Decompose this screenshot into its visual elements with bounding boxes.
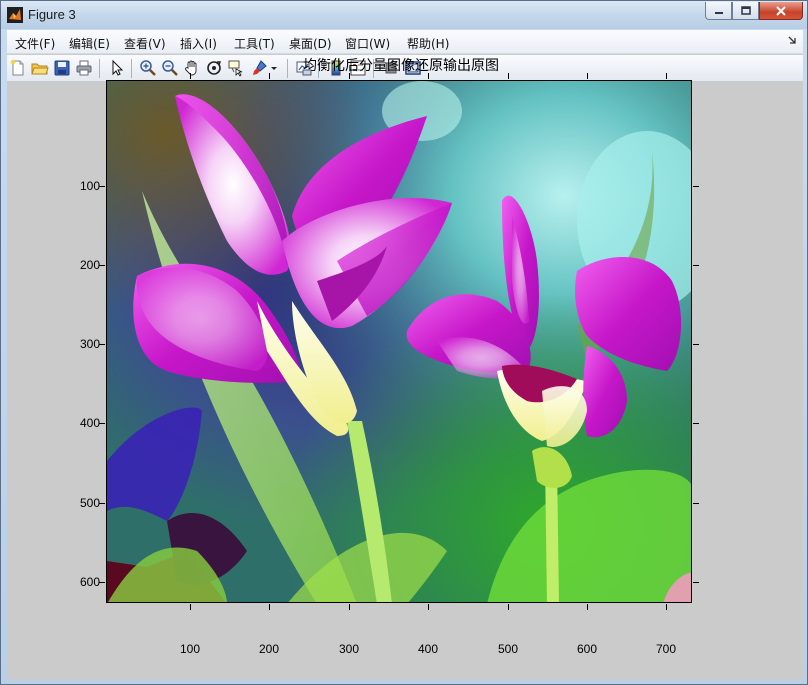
- x-tick-mark: [508, 73, 509, 79]
- x-tick-label: 100: [180, 642, 201, 656]
- x-tick-mark: [666, 73, 667, 79]
- x-tick-mark: [349, 73, 350, 79]
- toolbar-separator: [99, 59, 100, 78]
- maximize-button[interactable]: [732, 2, 759, 20]
- x-tick-mark: [190, 604, 191, 610]
- menu-window[interactable]: 窗口(W): [345, 35, 390, 52]
- y-tick-mark: [693, 582, 699, 583]
- y-tick-label: 300: [80, 337, 101, 351]
- x-tick-label: 700: [656, 642, 677, 656]
- y-tick-label: 400: [80, 416, 101, 430]
- menu-file[interactable]: 文件(F): [15, 35, 55, 52]
- flower-image: [107, 81, 691, 602]
- y-tick-mark: [693, 503, 699, 504]
- menu-help[interactable]: 帮助(H): [407, 35, 449, 52]
- maximize-icon: [740, 5, 751, 15]
- x-tick-mark: [508, 604, 509, 610]
- y-tick-mark: [693, 344, 699, 345]
- menu-edit[interactable]: 编辑(E): [69, 35, 110, 52]
- menu-view[interactable]: 查看(V): [124, 35, 166, 52]
- menu-desktop[interactable]: 桌面(D): [289, 35, 332, 52]
- menu-bar: 文件(F) 编辑(E) 查看(V) 插入(I) 工具(T) 桌面(D) 窗口(W…: [7, 30, 803, 54]
- y-tick-mark: [693, 265, 699, 266]
- close-icon: [776, 5, 786, 16]
- minimize-icon: [714, 11, 723, 14]
- caption-buttons: [705, 2, 803, 20]
- y-tick-label: 600: [80, 575, 101, 589]
- x-tick-label: 200: [259, 642, 280, 656]
- x-tick-mark: [428, 604, 429, 610]
- y-tick-label: 500: [80, 496, 101, 510]
- save-icon[interactable]: [53, 59, 71, 77]
- x-tick-mark: [428, 73, 429, 79]
- y-tick-mark: [693, 186, 699, 187]
- figure-window: Figure 3 文件(F) 编辑(E) 查看(V) 插入(I) 工具(T) 桌…: [0, 0, 808, 685]
- open-file-icon[interactable]: [31, 59, 49, 77]
- x-tick-label: 400: [418, 642, 439, 656]
- x-tick-mark: [190, 73, 191, 79]
- x-tick-mark: [666, 604, 667, 610]
- dock-arrow-icon[interactable]: [787, 34, 797, 46]
- x-tick-mark: [269, 73, 270, 79]
- print-icon[interactable]: [75, 59, 93, 77]
- y-tick-label: 200: [80, 258, 101, 272]
- y-tick-mark: [693, 423, 699, 424]
- y-tick-label: 100: [80, 179, 101, 193]
- x-tick-mark: [349, 604, 350, 610]
- x-tick-mark: [587, 604, 588, 610]
- x-tick-mark: [587, 73, 588, 79]
- new-figure-icon[interactable]: [9, 59, 27, 77]
- menu-tools[interactable]: 工具(T): [234, 35, 275, 52]
- x-tick-label: 600: [577, 642, 598, 656]
- axes-title: 均衡化后分量图像还原输出原图: [303, 58, 499, 74]
- close-button[interactable]: [759, 2, 803, 20]
- x-tick-label: 500: [498, 642, 519, 656]
- window-title: Figure 3: [28, 7, 76, 22]
- minimize-button[interactable]: [705, 2, 732, 20]
- menu-insert[interactable]: 插入(I): [180, 35, 217, 52]
- title-bar[interactable]: Figure 3: [1, 1, 807, 29]
- x-tick-mark: [269, 604, 270, 610]
- image-axes[interactable]: [106, 80, 692, 603]
- x-tick-label: 300: [339, 642, 360, 656]
- matlab-logo-icon: [7, 7, 23, 23]
